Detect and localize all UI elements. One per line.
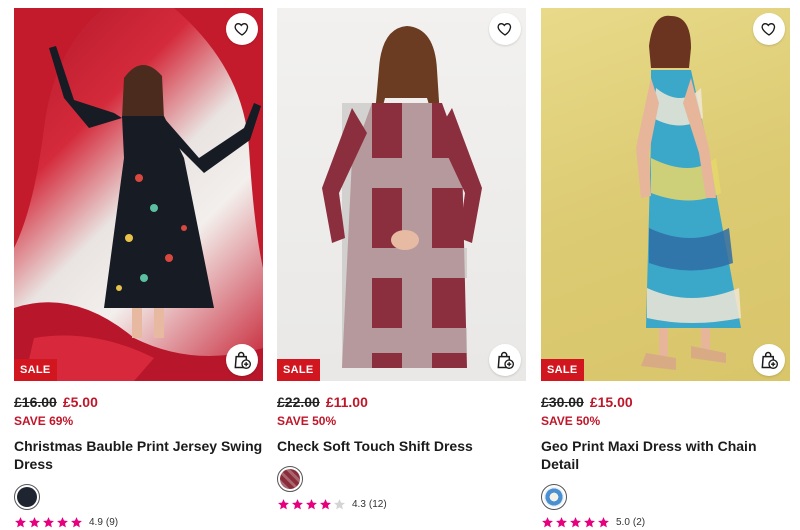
review-count: (9) xyxy=(105,516,119,528)
wishlist-button[interactable] xyxy=(753,13,785,45)
star-icon xyxy=(334,498,345,509)
star-icon xyxy=(542,516,553,527)
star-rating xyxy=(541,516,611,529)
star-icon xyxy=(278,498,289,509)
product-image[interactable]: SALE xyxy=(277,8,526,381)
star-icon xyxy=(29,516,40,527)
star-icon xyxy=(556,516,567,527)
now-price: £5.00 xyxy=(62,394,98,410)
rating-value: 4.3 xyxy=(352,498,366,510)
now-price: £15.00 xyxy=(589,394,633,410)
star-icon xyxy=(320,498,331,509)
review-count: (2) xyxy=(632,516,646,528)
rating-value: 4.9 xyxy=(89,516,103,528)
star-rating xyxy=(14,516,84,529)
star-icon xyxy=(306,498,317,509)
shopping-bag-plus-icon xyxy=(234,351,251,369)
wishlist-button[interactable] xyxy=(489,13,521,45)
was-price: £30.00 xyxy=(541,394,584,410)
star-rating xyxy=(277,498,347,511)
star-icon xyxy=(584,516,595,527)
product-title[interactable]: Geo Print Maxi Dress with Chain Detail xyxy=(541,437,790,473)
swatch-color xyxy=(280,469,300,489)
product-card[interactable]: SALE £22.00 £11.00 SAVE 50% Check Soft T… xyxy=(277,8,526,528)
product-title[interactable]: Check Soft Touch Shift Dress xyxy=(277,437,526,455)
shopping-bag-plus-icon xyxy=(497,351,514,369)
price-row: £22.00 £11.00 xyxy=(277,394,526,412)
star-icon xyxy=(43,516,54,527)
colour-swatch[interactable] xyxy=(14,484,40,510)
model-photo xyxy=(322,26,482,368)
was-price: £22.00 xyxy=(277,394,320,410)
star-icon xyxy=(598,516,609,527)
sale-badge: SALE xyxy=(14,359,57,381)
wishlist-button[interactable] xyxy=(226,13,258,45)
product-image[interactable]: SALE xyxy=(541,8,790,381)
sale-badge: SALE xyxy=(541,359,584,381)
product-title[interactable]: Christmas Bauble Print Jersey Swing Dres… xyxy=(14,437,263,473)
star-icon xyxy=(57,516,68,527)
product-image[interactable]: SALE xyxy=(14,8,263,381)
rating: 4.3 (12) xyxy=(277,496,526,512)
product-card[interactable]: SALE £30.00 £15.00 SAVE 50% Geo Print Ma… xyxy=(541,8,790,528)
swatch-color xyxy=(544,487,564,507)
shopping-bag-plus-icon xyxy=(761,351,778,369)
quick-add-button[interactable] xyxy=(226,344,258,376)
sale-badge: SALE xyxy=(277,359,320,381)
star-icon xyxy=(292,498,303,509)
product-grid: SALE £16.00 £5.00 SAVE 69% Christmas Bau… xyxy=(0,0,800,528)
colour-swatch[interactable] xyxy=(277,466,303,492)
heart-icon xyxy=(234,22,249,36)
star-icon xyxy=(15,516,26,527)
now-price: £11.00 xyxy=(325,394,368,410)
star-icon xyxy=(71,516,82,527)
quick-add-button[interactable] xyxy=(753,344,785,376)
save-percentage: SAVE 69% xyxy=(14,414,74,428)
rating-value: 5.0 xyxy=(616,516,630,528)
heart-icon xyxy=(497,22,512,36)
swatch-color xyxy=(17,487,37,507)
quick-add-button[interactable] xyxy=(489,344,521,376)
heart-icon xyxy=(761,22,776,36)
star-icon xyxy=(570,516,581,527)
save-percentage: SAVE 50% xyxy=(541,414,601,428)
colour-swatches xyxy=(277,466,526,492)
product-card[interactable]: SALE £16.00 £5.00 SAVE 69% Christmas Bau… xyxy=(14,8,263,528)
was-price: £16.00 xyxy=(14,394,57,410)
price-row: £30.00 £15.00 xyxy=(541,394,790,412)
price-row: £16.00 £5.00 xyxy=(14,394,263,412)
model-photo xyxy=(636,15,741,370)
colour-swatch[interactable] xyxy=(541,484,567,510)
save-percentage: SAVE 50% xyxy=(277,414,337,428)
review-count: (12) xyxy=(368,498,387,510)
model-photo xyxy=(14,8,263,381)
colour-swatches xyxy=(14,484,263,510)
colour-swatches xyxy=(541,484,790,510)
